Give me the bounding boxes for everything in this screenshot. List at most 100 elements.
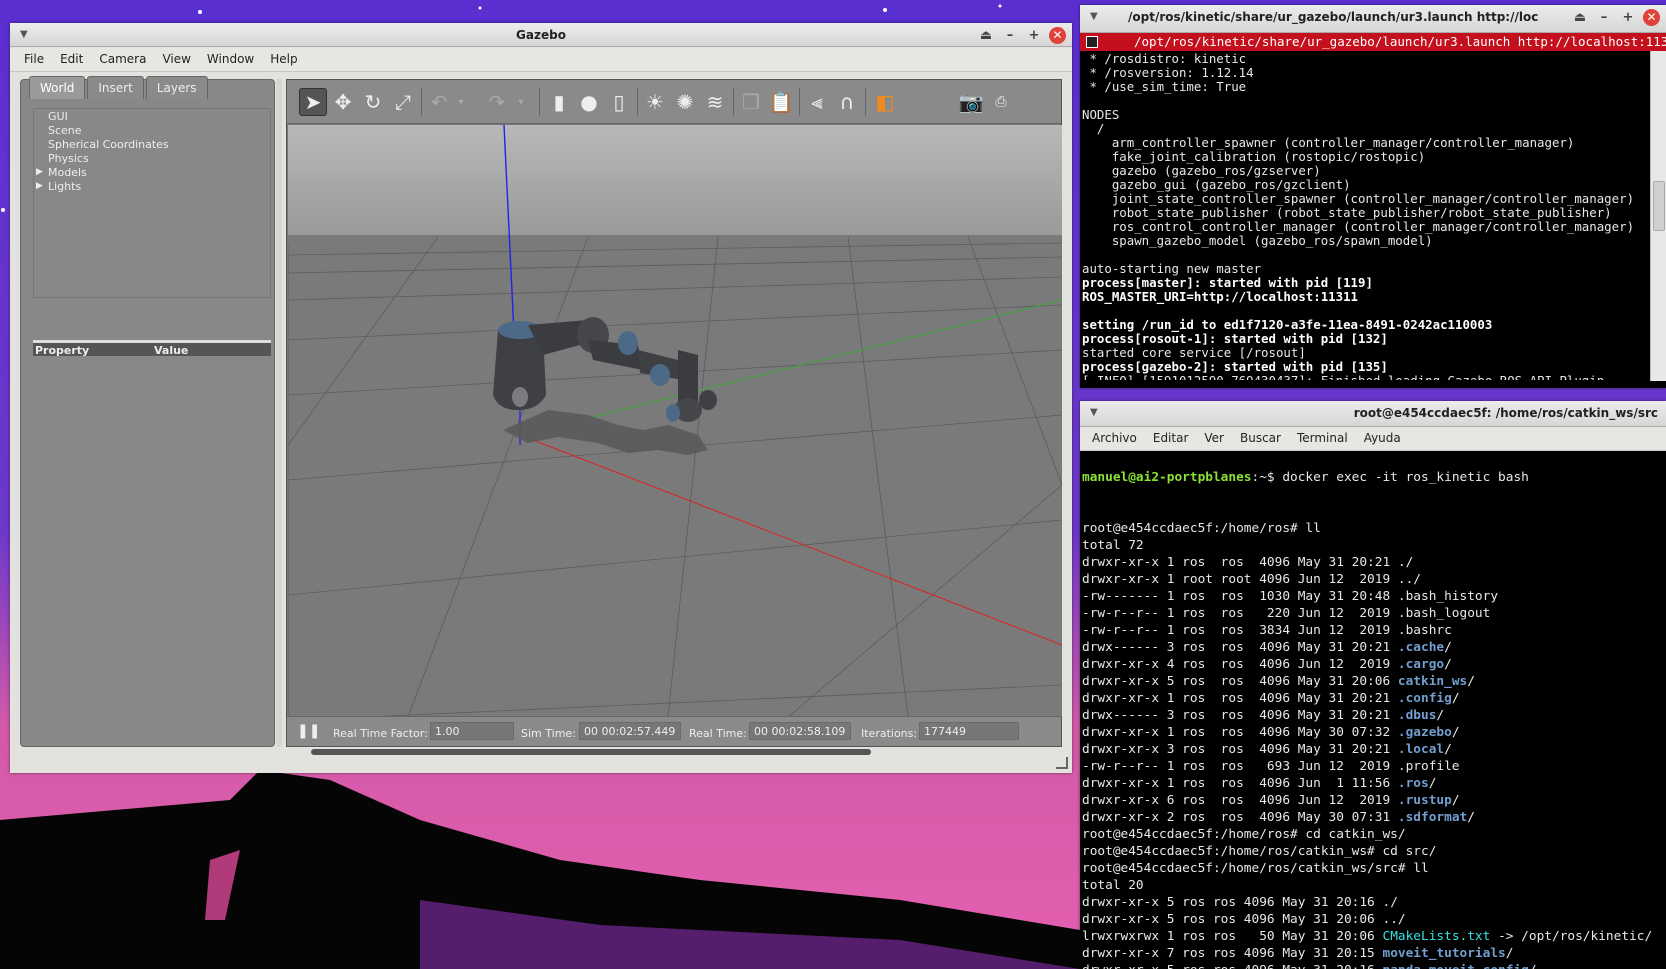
terminal-line: root@e454ccdaec5f:/home/ros/catkin_ws# c… bbox=[1082, 844, 1437, 859]
rotate-mode-icon[interactable]: ↻ bbox=[359, 88, 387, 116]
view-angle-icon[interactable]: ◧ bbox=[871, 88, 899, 116]
window-menu-icon[interactable]: ▼ bbox=[1090, 11, 1098, 22]
terminal1-output[interactable]: * /rosdistro: kinetic * /rosversion: 1.1… bbox=[1082, 52, 1648, 380]
close-icon[interactable]: ✕ bbox=[1643, 8, 1660, 26]
menu-camera[interactable]: Camera bbox=[91, 48, 154, 71]
terminal-line: root@e454ccdaec5f:/home/ros# ll bbox=[1082, 521, 1321, 536]
terminal2-titlebar[interactable]: ▼ root@e454ccdaec5f: /home/ros/catkin_ws… bbox=[1080, 401, 1666, 427]
spot-light-icon[interactable]: ✺ bbox=[671, 88, 699, 116]
maximize-icon[interactable]: + bbox=[1025, 26, 1043, 44]
world-tree: GUI Scene Spherical Coordinates Physics … bbox=[33, 108, 271, 298]
align-icon[interactable]: ⫷ bbox=[803, 88, 831, 116]
menu-edit[interactable]: Edit bbox=[52, 48, 91, 71]
gazebo-window: ▼ Gazebo ⏏ – + ✕ File Edit Camera View W… bbox=[10, 23, 1072, 773]
resize-grip[interactable] bbox=[1056, 757, 1068, 769]
menu-ver[interactable]: Ver bbox=[1196, 427, 1232, 450]
shade-icon[interactable]: ⏏ bbox=[1571, 8, 1589, 26]
terminal-line: gazebo_gui (gazebo_ros/gzclient) bbox=[1082, 177, 1351, 192]
paste-icon[interactable]: 📋 bbox=[767, 88, 795, 116]
terminal2-menubar: Archivo Editar Ver Buscar Terminal Ayuda bbox=[1080, 427, 1666, 451]
window-menu-icon[interactable]: ▼ bbox=[1090, 407, 1098, 418]
maximize-icon[interactable]: + bbox=[1619, 8, 1637, 26]
directional-light-icon[interactable]: ≋ bbox=[701, 88, 729, 116]
terminal-line: drwxr-xr-x 1 ros ros 4096 May 31 20:21 .… bbox=[1082, 555, 1414, 570]
terminal2-output[interactable]: manuel@ai2-portpblanes:~$ docker exec -i… bbox=[1082, 452, 1666, 969]
tab-insert[interactable]: Insert bbox=[87, 76, 144, 99]
pause-icon[interactable]: ❚❚ bbox=[297, 723, 320, 739]
tree-item-lights[interactable]: ▶ Lights bbox=[34, 180, 270, 193]
file-name: .ros bbox=[1397, 776, 1429, 791]
expand-arrow-icon[interactable]: ▶ bbox=[36, 180, 43, 193]
terminal-line: ROS_MASTER_URI=http://localhost:11311 bbox=[1082, 289, 1359, 304]
menu-terminal[interactable]: Terminal bbox=[1289, 427, 1356, 450]
tree-item-scene[interactable]: Scene bbox=[34, 124, 270, 137]
terminal-line: lrwxrwxrwx 1 ros ros 50 May 31 20:06 CMa… bbox=[1082, 929, 1653, 944]
tree-item-physics[interactable]: Physics bbox=[34, 152, 270, 165]
terminal-line: robot_state_publisher (robot_state_publi… bbox=[1082, 205, 1612, 220]
point-light-icon[interactable]: ☀ bbox=[641, 88, 669, 116]
sphere-shape-icon[interactable]: ● bbox=[575, 88, 603, 116]
shell-user: manuel@ai2-portpblanes bbox=[1082, 470, 1252, 485]
shade-icon[interactable]: ⏏ bbox=[977, 26, 995, 44]
gazebo-titlebar[interactable]: ▼ Gazebo ⏏ – + ✕ bbox=[10, 23, 1072, 47]
menu-view[interactable]: View bbox=[154, 48, 198, 71]
sim-time-value: 00 00:02:57.449 bbox=[579, 722, 681, 740]
launch-terminal-window: ▼ /opt/ros/kinetic/share/ur_gazebo/launc… bbox=[1080, 5, 1666, 388]
menu-help[interactable]: Help bbox=[262, 48, 305, 71]
terminal-line: NODES bbox=[1082, 107, 1120, 122]
menu-editar[interactable]: Editar bbox=[1145, 427, 1197, 450]
scale-mode-icon[interactable]: ⤢ bbox=[389, 88, 417, 116]
file-name: .local bbox=[1397, 742, 1445, 757]
horizontal-scrollbar[interactable] bbox=[311, 749, 871, 755]
copy-icon[interactable]: ❐ bbox=[737, 88, 765, 116]
gazebo-statusbar: ❚❚ Real Time Factor: 1.00 Sim Time: 00 0… bbox=[287, 716, 1061, 755]
file-name: .gazebo bbox=[1397, 725, 1452, 740]
terminal-line: [ INFO] [1591012590.769430437]: Finished… bbox=[1082, 374, 1648, 381]
close-icon[interactable]: ✕ bbox=[1049, 26, 1066, 44]
terminal-line: process[master]: started with pid [119] bbox=[1082, 275, 1373, 290]
menu-window[interactable]: Window bbox=[199, 48, 262, 71]
terminal1-scrollbar[interactable] bbox=[1650, 51, 1666, 381]
terminal-line: drwxr-xr-x 1 ros ros 4096 May 31 20:21 .… bbox=[1082, 691, 1460, 706]
scrollbar-thumb[interactable] bbox=[1653, 181, 1665, 231]
menu-ayuda[interactable]: Ayuda bbox=[1356, 427, 1409, 450]
tree-item-models[interactable]: ▶ Models bbox=[34, 166, 270, 179]
terminal-line: drwx------ 3 ros ros 4096 May 31 20:21 .… bbox=[1082, 640, 1452, 655]
translate-mode-icon[interactable]: ✥ bbox=[329, 88, 357, 116]
minimize-icon[interactable]: – bbox=[1595, 8, 1613, 26]
real-time-label: Real Time: bbox=[689, 727, 747, 740]
redo-history-icon[interactable]: ▾ bbox=[507, 88, 535, 116]
terminal1-titlebar[interactable]: ▼ /opt/ros/kinetic/share/ur_gazebo/launc… bbox=[1080, 5, 1666, 33]
terminal-line: drwxr-xr-x 6 ros ros 4096 Jun 12 2019 .r… bbox=[1082, 793, 1460, 808]
menu-archivo[interactable]: Archivo bbox=[1084, 427, 1145, 450]
expand-arrow-icon[interactable]: ▶ bbox=[36, 166, 43, 179]
menu-buscar[interactable]: Buscar bbox=[1232, 427, 1289, 450]
undo-history-icon[interactable]: ▾ bbox=[447, 88, 475, 116]
box-shape-icon[interactable]: ▮ bbox=[545, 88, 573, 116]
select-mode-icon[interactable]: ➤ bbox=[299, 88, 327, 116]
tab-world[interactable]: World bbox=[29, 76, 86, 99]
shell-terminal-window: ▼ root@e454ccdaec5f: /home/ros/catkin_ws… bbox=[1080, 401, 1666, 969]
terminal-line: process[rosout-1]: started with pid [132… bbox=[1082, 331, 1388, 346]
3d-scene[interactable] bbox=[288, 125, 1062, 717]
log-icon[interactable]: ⎙ bbox=[987, 88, 1015, 116]
tab-layers[interactable]: Layers bbox=[145, 76, 208, 99]
tree-item-gui[interactable]: GUI bbox=[34, 110, 270, 123]
terminal-line: drwxr-xr-x 4 ros ros 4096 Jun 12 2019 .c… bbox=[1082, 657, 1452, 672]
file-name: ../ bbox=[1397, 572, 1422, 587]
screenshot-camera-icon[interactable]: 📷 bbox=[957, 88, 985, 116]
terminal-line: drwxr-xr-x 1 root root 4096 Jun 12 2019 … bbox=[1082, 572, 1422, 587]
menu-file[interactable]: File bbox=[16, 48, 52, 71]
panel-splitter[interactable] bbox=[276, 79, 282, 747]
terminal-line: drwxr-xr-x 7 ros ros 4096 May 31 20:15 m… bbox=[1082, 946, 1514, 961]
terminal-line: spawn_gazebo_model (gazebo_ros/spawn_mod… bbox=[1082, 233, 1433, 248]
terminal1-tab-bar[interactable]: /opt/ros/kinetic/share/ur_gazebo/launch/… bbox=[1080, 33, 1666, 51]
gazebo-menubar: File Edit Camera View Window Help bbox=[10, 48, 1072, 72]
terminal-line: arm_controller_spawner (controller_manag… bbox=[1082, 135, 1575, 150]
terminal-line: total 20 bbox=[1082, 878, 1144, 893]
cylinder-shape-icon[interactable]: ▯ bbox=[605, 88, 633, 116]
tree-item-spherical-coordinates[interactable]: Spherical Coordinates bbox=[34, 138, 270, 151]
terminal-line: root@e454ccdaec5f:/home/ros/catkin_ws/sr… bbox=[1082, 861, 1429, 876]
minimize-icon[interactable]: – bbox=[1001, 26, 1019, 44]
snap-icon[interactable]: ∩ bbox=[833, 88, 861, 116]
